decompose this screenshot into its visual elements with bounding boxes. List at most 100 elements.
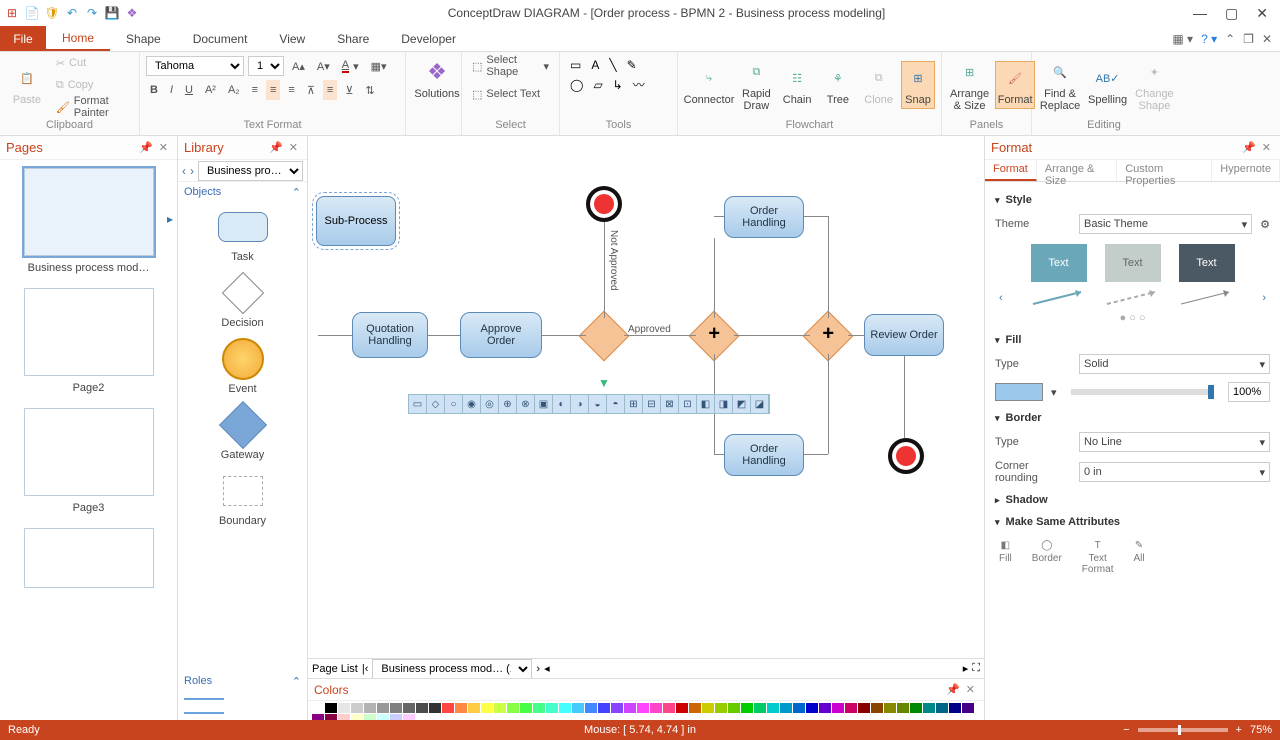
library-section-objects[interactable]: Objects ⌃	[178, 182, 307, 203]
color-swatch[interactable]	[572, 703, 584, 713]
color-swatch[interactable]	[741, 703, 753, 713]
color-swatch[interactable]	[364, 714, 376, 720]
line-spacing-icon[interactable]: ⇅	[361, 80, 378, 100]
color-swatch[interactable]	[767, 703, 779, 713]
tab-developer[interactable]: Developer	[385, 26, 472, 51]
color-swatch[interactable]	[390, 714, 402, 720]
color-swatch[interactable]	[832, 703, 844, 713]
bold-icon[interactable]: B	[146, 80, 162, 100]
node-approve-order[interactable]: Approve Order	[460, 312, 542, 358]
color-swatch[interactable]	[520, 703, 532, 713]
underline-icon[interactable]: U	[181, 80, 197, 100]
page-list-combo[interactable]: Business process mod… (1/4)	[372, 659, 532, 679]
pages-expand-icon[interactable]: ▸	[167, 212, 173, 226]
fmt-section-same[interactable]: Make Same Attributes	[995, 510, 1270, 532]
color-swatch[interactable]	[936, 703, 948, 713]
color-swatch[interactable]	[663, 703, 675, 713]
inner-close-icon[interactable]: ✕	[1262, 32, 1272, 46]
color-swatch[interactable]	[793, 703, 805, 713]
page-thumb-4[interactable]	[24, 528, 154, 588]
tab-view[interactable]: View	[263, 26, 321, 51]
color-swatch[interactable]	[754, 703, 766, 713]
format-pin-icon[interactable]: 📌	[1239, 141, 1259, 154]
theme-swatch-2[interactable]: Text	[1105, 244, 1161, 282]
theme-swatch-1[interactable]: Text	[1031, 244, 1087, 282]
color-swatch[interactable]	[728, 703, 740, 713]
same-fill-button[interactable]: ◧Fill	[999, 540, 1012, 575]
arrow-style-3[interactable]	[1179, 288, 1235, 308]
inner-restore-icon[interactable]: ❐	[1243, 32, 1254, 46]
color-swatch[interactable]	[403, 714, 415, 720]
grow-font-icon[interactable]: A▴	[288, 56, 309, 76]
node-order-handling-1[interactable]: Order Handling	[724, 196, 804, 238]
zoom-out-icon[interactable]: −	[1123, 724, 1129, 736]
arrow-style-1[interactable]	[1031, 288, 1087, 308]
callout-tool-icon[interactable]: ▱	[593, 78, 602, 92]
color-swatch[interactable]	[546, 703, 558, 713]
page-thumb-3[interactable]	[24, 408, 154, 496]
line-tool-icon[interactable]: ╲	[609, 58, 616, 72]
border-type-select[interactable]: No Line▾	[1079, 432, 1270, 452]
highlight-icon[interactable]: ▦▾	[367, 56, 391, 76]
align-center-icon[interactable]: ≡	[266, 80, 280, 100]
library-prev-icon[interactable]: ‹	[182, 164, 186, 178]
opacity-input[interactable]	[1228, 382, 1270, 402]
color-swatch[interactable]	[845, 703, 857, 713]
page-thumb-2[interactable]	[24, 288, 154, 376]
color-swatch[interactable]	[858, 703, 870, 713]
library-combo[interactable]: Business pro…	[198, 161, 303, 181]
color-swatch[interactable]	[949, 703, 961, 713]
color-swatch[interactable]	[377, 714, 389, 720]
solutions-button[interactable]: ❖ Solutions	[412, 56, 462, 102]
spelling-button[interactable]: AB✓Spelling	[1086, 62, 1129, 108]
page-list-fit-icon[interactable]: ⛶	[972, 662, 980, 675]
align-top-icon[interactable]: ⊼	[303, 80, 319, 100]
color-swatch[interactable]	[494, 703, 506, 713]
lib-item-event[interactable]: Event	[182, 339, 303, 395]
color-swatch[interactable]	[442, 703, 454, 713]
tab-shape[interactable]: Shape	[110, 26, 177, 51]
close-button[interactable]: ✕	[1256, 5, 1268, 22]
font-size-select[interactable]: 11	[248, 56, 284, 76]
color-swatch[interactable]	[962, 703, 974, 713]
tab-home[interactable]: Home	[46, 26, 110, 51]
node-end-event-1[interactable]	[586, 186, 622, 222]
color-swatch[interactable]	[429, 703, 441, 713]
color-swatch[interactable]	[325, 703, 337, 713]
fill-color-swatch[interactable]	[995, 383, 1043, 401]
shrink-font-icon[interactable]: A▾	[313, 56, 334, 76]
opacity-slider[interactable]	[1208, 385, 1214, 399]
color-swatch[interactable]	[624, 703, 636, 713]
theme-next-icon[interactable]: ›	[1262, 292, 1266, 304]
node-review-order[interactable]: Review Order	[864, 314, 944, 356]
qat-undo-icon[interactable]: ↶	[64, 5, 80, 21]
format-close-icon[interactable]: ✕	[1259, 141, 1274, 154]
color-swatch[interactable]	[468, 703, 480, 713]
color-swatch[interactable]	[611, 703, 623, 713]
help-icon[interactable]: ? ▾	[1201, 32, 1217, 46]
lib-item-boundary[interactable]: Boundary	[182, 471, 303, 527]
zoom-slider[interactable]	[1178, 725, 1181, 735]
library-section-roles[interactable]: Roles ⌃	[178, 671, 307, 692]
page-list-first-icon[interactable]: |‹	[362, 663, 369, 675]
font-color-icon[interactable]: A▾	[338, 56, 363, 76]
font-select[interactable]: Tahoma	[146, 56, 244, 76]
text-tool-icon[interactable]: A	[591, 58, 599, 72]
fmt-section-fill[interactable]: Fill	[995, 328, 1270, 350]
color-swatch[interactable]	[637, 703, 649, 713]
page-list-scroll-left-icon[interactable]: ◂	[544, 662, 550, 675]
qat-solutions-icon[interactable]: ❖	[124, 5, 140, 21]
color-swatch[interactable]	[377, 703, 389, 713]
color-swatch[interactable]	[780, 703, 792, 713]
chain-button[interactable]: ☷Chain	[779, 62, 816, 108]
color-palette[interactable]	[308, 700, 984, 720]
theme-gear-icon[interactable]: ⚙	[1260, 218, 1270, 231]
tree-button[interactable]: ⚘Tree	[820, 62, 857, 108]
align-right-icon[interactable]: ≡	[284, 80, 298, 100]
theme-prev-icon[interactable]: ‹	[999, 292, 1003, 304]
pencil-tool-icon[interactable]: ✎	[627, 58, 637, 72]
color-swatch[interactable]	[364, 703, 376, 713]
theme-swatch-3[interactable]: Text	[1179, 244, 1235, 282]
snap-button[interactable]: ⊞Snap	[901, 61, 935, 109]
rapid-draw-button[interactable]: ⧉Rapid Draw	[738, 56, 775, 114]
